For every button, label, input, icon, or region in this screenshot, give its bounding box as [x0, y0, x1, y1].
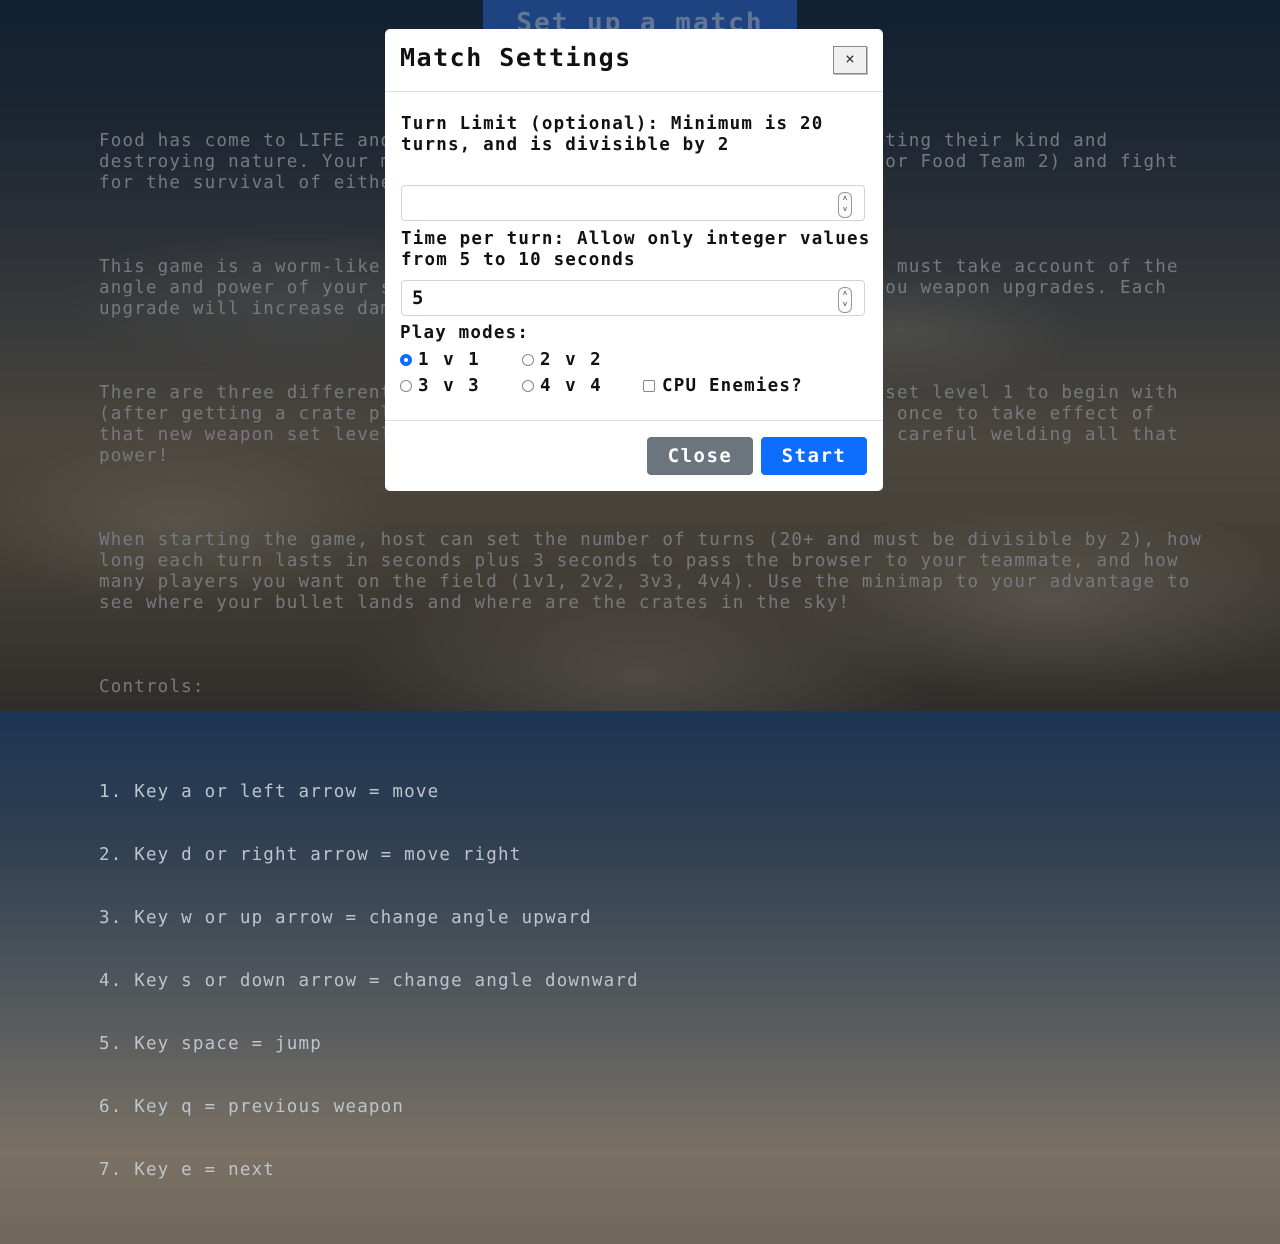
radio-icon[interactable] — [522, 380, 534, 392]
control-item: 2. Key d or right arrow = move right — [99, 845, 522, 865]
turn-limit-input[interactable]: ˄ ˅ — [401, 185, 865, 221]
cpu-enemies-checkbox[interactable]: CPU Enemies? — [643, 376, 803, 396]
control-item: 6. Key q = previous weapon — [99, 1097, 405, 1117]
mode-label: 1 v 1 — [418, 350, 481, 370]
mode-1v1-radio[interactable]: 1 v 1 — [400, 350, 481, 370]
turn-limit-label: Turn Limit (optional): Minimum is 20 tur… — [401, 114, 824, 155]
time-per-turn-field[interactable] — [402, 281, 842, 315]
radio-icon[interactable] — [400, 380, 412, 392]
mode-label: 2 v 2 — [540, 350, 603, 370]
modal-footer: Close Start — [385, 420, 883, 492]
cpu-enemies-label: CPU Enemies? — [662, 376, 803, 396]
play-modes-label: Play modes: — [400, 323, 530, 343]
radio-checked-icon[interactable] — [400, 354, 412, 366]
controls-list: 1. Key a or left arrow = move 2. Key d o… — [99, 740, 1209, 1223]
radio-icon[interactable] — [522, 354, 534, 366]
checkbox-icon[interactable] — [643, 380, 655, 392]
mode-3v3-radio[interactable]: 3 v 3 — [400, 376, 481, 396]
modal-title: Match Settings — [400, 43, 632, 72]
close-icon-button[interactable]: × — [833, 46, 867, 74]
control-item: 7. Key e = next — [99, 1160, 276, 1180]
spinner-icon[interactable]: ˄ ˅ — [838, 287, 852, 313]
control-item: 5. Key space = jump — [99, 1034, 322, 1054]
mode-4v4-radio[interactable]: 4 v 4 — [522, 376, 603, 396]
modal-header: Match Settings × — [385, 29, 883, 92]
close-button[interactable]: Close — [647, 437, 753, 475]
mode-label: 4 v 4 — [540, 376, 603, 396]
control-item: 1. Key a or left arrow = move — [99, 782, 440, 802]
match-settings-modal: Match Settings × Turn Limit (optional): … — [385, 29, 883, 491]
control-item: 3. Key w or up arrow = change angle upwa… — [99, 908, 592, 928]
start-button[interactable]: Start — [761, 437, 867, 475]
control-item: 4. Key s or down arrow = change angle do… — [99, 971, 639, 991]
spinner-icon[interactable]: ˄ ˅ — [838, 192, 852, 218]
mode-2v2-radio[interactable]: 2 v 2 — [522, 350, 603, 370]
mode-label: 3 v 3 — [418, 376, 481, 396]
time-per-turn-label: Time per turn: Allow only integer values… — [401, 229, 871, 270]
time-per-turn-input[interactable]: ˄˅ — [401, 280, 865, 316]
turn-limit-field[interactable] — [402, 186, 842, 220]
